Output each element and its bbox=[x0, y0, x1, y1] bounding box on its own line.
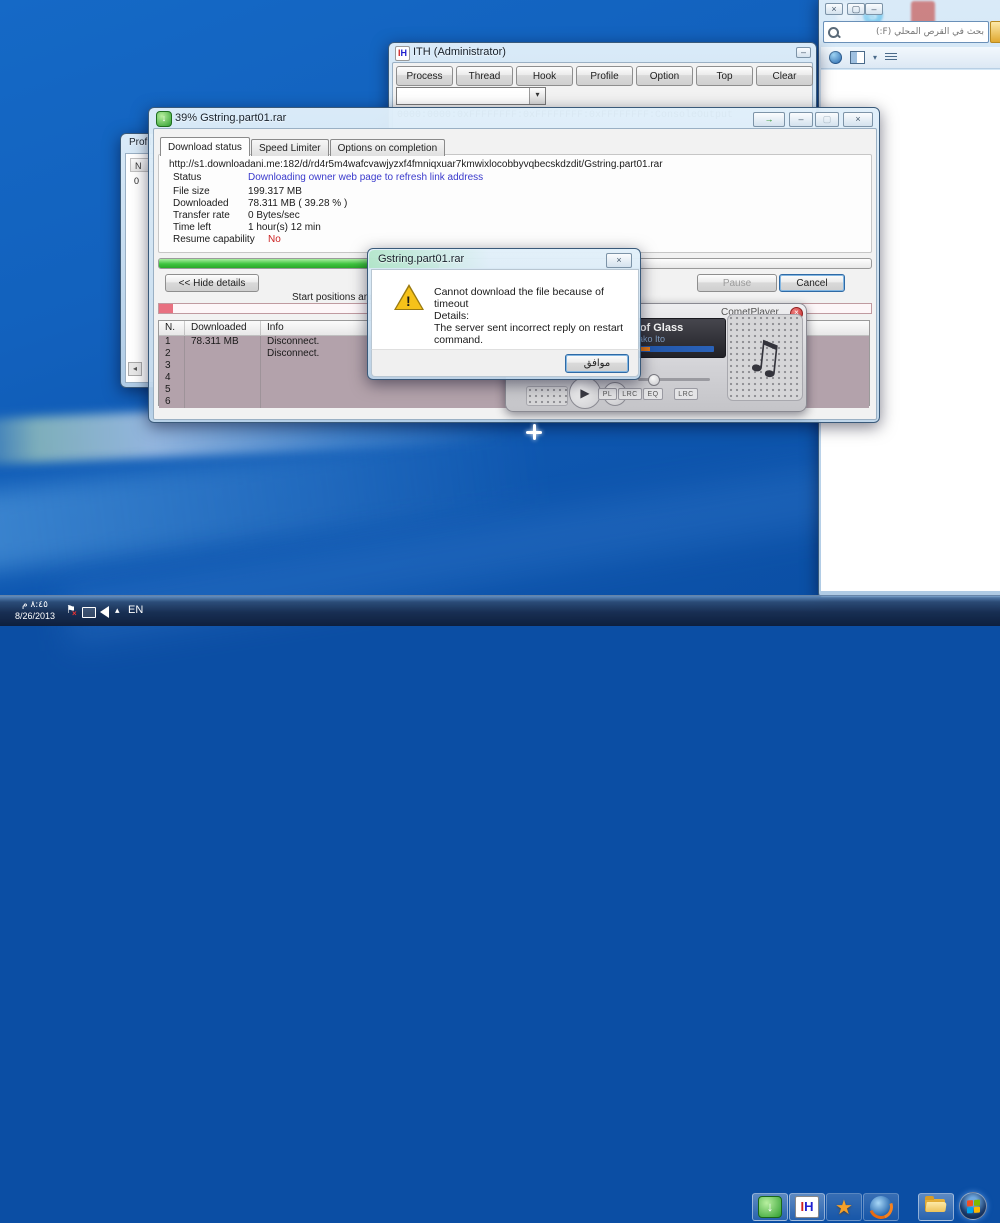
eq-button[interactable]: EQ bbox=[643, 388, 663, 400]
music-note-icon: ♫ bbox=[743, 330, 788, 385]
field-label: Time left bbox=[173, 222, 211, 233]
taskbar-explorer-button[interactable] bbox=[918, 1193, 954, 1221]
details-text: The server sent incorrect reply on resta… bbox=[434, 322, 634, 346]
ith-app-icon: IH bbox=[395, 46, 410, 61]
ok-button[interactable]: موافق bbox=[565, 354, 629, 373]
firefox-icon bbox=[870, 1196, 892, 1218]
minimize-icon[interactable]: – bbox=[789, 112, 813, 127]
seek-knob[interactable] bbox=[648, 374, 660, 386]
field-label: Transfer rate bbox=[173, 210, 230, 221]
clear-button[interactable]: Clear bbox=[756, 66, 813, 86]
speaker-icon[interactable] bbox=[100, 606, 109, 618]
minimize-icon[interactable]: – bbox=[865, 3, 883, 15]
play-icon: ▶ bbox=[580, 386, 589, 400]
field-value: 0 Bytes/sec bbox=[248, 210, 300, 221]
preview-pane-icon[interactable] bbox=[850, 51, 865, 64]
process-button[interactable]: Process bbox=[396, 66, 453, 86]
flag-error-badge: × bbox=[72, 610, 77, 618]
play-button[interactable]: ▶ bbox=[569, 377, 601, 409]
search-box[interactable] bbox=[823, 21, 989, 43]
search-input[interactable] bbox=[839, 27, 988, 37]
close-icon[interactable]: × bbox=[843, 112, 873, 127]
thread-button[interactable]: Thread bbox=[456, 66, 513, 86]
chevron-down-icon[interactable]: ▾ bbox=[529, 88, 545, 104]
lrc2-button[interactable]: LRC bbox=[674, 388, 698, 400]
download-status-panel: http://s1.downloadani.me:182/d/rd4r5m4wa… bbox=[158, 154, 872, 253]
download-tabs: Download status Speed Limiter Options on… bbox=[160, 137, 446, 156]
error-dialog: Gstring.part01.rar × ! Cannot download t… bbox=[367, 248, 641, 380]
option-button[interactable]: Option bbox=[636, 66, 693, 86]
download-window-title: 39% Gstring.part01.rar bbox=[175, 112, 286, 124]
start-orb bbox=[959, 1192, 987, 1220]
tab-speed-limiter[interactable]: Speed Limiter bbox=[251, 139, 329, 156]
taskbar-firefox-button[interactable] bbox=[863, 1193, 899, 1221]
language-indicator[interactable]: EN bbox=[128, 604, 143, 616]
clock-date: 8/26/2013 bbox=[15, 611, 55, 622]
network-icon[interactable] bbox=[82, 607, 96, 618]
error-message: Cannot download the file because of time… bbox=[434, 286, 630, 310]
star-icon: ★ bbox=[835, 1195, 853, 1220]
list-view-icon[interactable] bbox=[885, 53, 897, 62]
ith-toolbar: Process Thread Hook Profile Option Top C… bbox=[396, 66, 813, 86]
profile-button[interactable]: Profile bbox=[576, 66, 633, 86]
ith-icon: IH bbox=[795, 1196, 819, 1218]
taskbar: ٨:٤٥ م 8/26/2013 ⚑ × ▴ EN ↓ IH ★ bbox=[0, 595, 1000, 626]
scroll-left-icon[interactable]: ◂ bbox=[128, 362, 142, 376]
tab-download-status[interactable]: Download status bbox=[160, 137, 250, 156]
status-value: Downloading owner web page to refresh li… bbox=[248, 172, 483, 183]
clock-time: ٨:٤٥ م bbox=[22, 600, 48, 611]
field-label: Resume capability bbox=[173, 234, 255, 245]
folder-icon bbox=[925, 1199, 947, 1215]
start-button[interactable] bbox=[958, 1191, 988, 1221]
idm-icon: ↓ bbox=[758, 1196, 782, 1218]
cursor-sparkle bbox=[526, 424, 542, 440]
download-url: http://s1.downloadani.me:182/d/rd4r5m4wa… bbox=[169, 159, 663, 170]
idm-drop-target-button[interactable]: → bbox=[753, 112, 785, 127]
field-value: 1 hour(s) 12 min bbox=[248, 222, 321, 233]
resume-capability-value: No bbox=[268, 234, 281, 245]
dialog-title: Gstring.part01.rar bbox=[378, 253, 464, 265]
tab-options-on-completion[interactable]: Options on completion bbox=[330, 139, 446, 156]
field-label: File size bbox=[173, 186, 210, 197]
status-label: Status bbox=[173, 172, 201, 183]
thread-combobox[interactable]: ▾ bbox=[396, 87, 546, 105]
globe-icon[interactable] bbox=[829, 51, 842, 64]
tray-clock[interactable]: ٨:٤٥ م 8/26/2013 bbox=[6, 598, 64, 624]
details-label: Details: bbox=[434, 310, 469, 322]
field-value: 199.317 MB bbox=[248, 186, 302, 197]
chevron-down-icon[interactable]: ▾ bbox=[873, 53, 877, 62]
top-button[interactable]: Top bbox=[696, 66, 753, 86]
ith-window-title: ITH (Administrator) bbox=[413, 46, 506, 58]
field-value: 78.311 MB ( 39.28 % ) bbox=[248, 198, 347, 209]
hook-button[interactable]: Hook bbox=[516, 66, 573, 86]
address-bar-folder-icon[interactable] bbox=[990, 21, 1000, 43]
close-icon[interactable]: × bbox=[825, 3, 843, 15]
cancel-button[interactable]: Cancel bbox=[779, 274, 845, 292]
segments-fill bbox=[159, 304, 173, 313]
hide-details-button[interactable]: << Hide details bbox=[165, 274, 259, 292]
idm-app-icon: ↓ bbox=[156, 111, 172, 127]
warning-icon: ! bbox=[394, 284, 424, 310]
pause-button[interactable]: Pause bbox=[697, 274, 777, 292]
close-icon[interactable]: × bbox=[606, 253, 632, 268]
taskbar-ith-button[interactable]: IH bbox=[789, 1193, 825, 1221]
taskbar-idm-button[interactable]: ↓ bbox=[752, 1193, 788, 1221]
taskbar-star-app-button[interactable]: ★ bbox=[826, 1193, 862, 1221]
pl-button[interactable]: PL bbox=[598, 388, 617, 400]
action-center-flag-icon[interactable]: ⚑ × bbox=[66, 605, 76, 616]
lrc-button[interactable]: LRC bbox=[618, 388, 642, 400]
explorer-toolbar: ▾ bbox=[821, 47, 1000, 69]
maximize-icon[interactable]: ▢ bbox=[847, 3, 865, 15]
playlist-pad-button[interactable] bbox=[526, 386, 568, 406]
profile-list-cell[interactable]: 0 bbox=[134, 176, 139, 186]
minimize-icon[interactable]: – bbox=[796, 47, 811, 58]
windows-flag-icon bbox=[967, 1200, 980, 1214]
search-icon bbox=[828, 27, 839, 38]
speaker-grille: ♫ bbox=[727, 314, 803, 401]
hidden-icons-arrow[interactable]: ▴ bbox=[115, 606, 120, 615]
seek-slider[interactable] bbox=[638, 378, 710, 381]
maximize-icon[interactable]: ▢ bbox=[815, 112, 839, 127]
field-label: Downloaded bbox=[173, 198, 229, 209]
